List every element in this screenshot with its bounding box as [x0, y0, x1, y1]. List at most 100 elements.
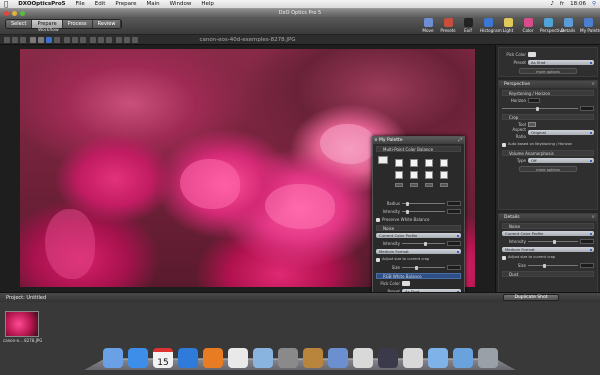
horizon-field[interactable] [528, 98, 540, 103]
auto-crop-checkbox[interactable] [502, 142, 506, 147]
document-icon[interactable] [403, 348, 423, 368]
profile-dropdown[interactable]: Current Color Profile [502, 231, 594, 236]
size-value[interactable] [447, 265, 461, 270]
close-icon[interactable]: × [591, 81, 595, 88]
close-icon[interactable]: × [374, 137, 378, 144]
tab-prepare[interactable]: Prepare [32, 20, 63, 28]
duplicate-shot-button[interactable]: Duplicate Shot [503, 294, 559, 301]
swatch[interactable] [395, 159, 403, 167]
toolbar-exif-button[interactable]: Exif [460, 18, 476, 33]
toolbar-histogram-button[interactable]: Histogram [480, 18, 502, 33]
firefox-icon[interactable] [203, 348, 223, 368]
spotlight-icon[interactable]: ⚲ [592, 1, 596, 7]
toolbar-my-palette-button[interactable]: My Palette [580, 18, 600, 33]
menu-file[interactable]: File [76, 1, 85, 7]
apple-icon[interactable]:  [4, 0, 8, 8]
toolbar-color-button[interactable]: Color [520, 18, 536, 33]
volume-subhead[interactable]: Volume Anamorphosis [502, 150, 594, 156]
keystoning-subhead[interactable]: Keystoning / Horizon [502, 90, 594, 96]
tab-select[interactable]: Select [6, 20, 33, 28]
preview-icon[interactable] [278, 348, 298, 368]
menu-edit[interactable]: Edit [95, 1, 106, 7]
swatch[interactable] [395, 171, 403, 179]
more-options-button[interactable]: more options [519, 68, 577, 74]
swatch[interactable] [440, 171, 448, 179]
dust-subhead[interactable]: Dust [502, 271, 594, 277]
intensity-slider[interactable] [528, 239, 578, 244]
details-header[interactable]: Details × [499, 214, 597, 221]
resize-icon[interactable]: ⤢ [458, 137, 462, 144]
toolbar-light-button[interactable]: Light [500, 18, 516, 33]
menu-main[interactable]: Main [147, 1, 160, 7]
color-picker-icon[interactable] [378, 156, 388, 164]
preserve-wb-checkbox[interactable] [376, 217, 380, 222]
swatch-toggle[interactable] [440, 183, 448, 187]
size-slider[interactable] [402, 265, 445, 270]
horizon-value[interactable] [580, 106, 594, 111]
swatch[interactable] [440, 159, 448, 167]
multipoint-subhead[interactable]: Multi-Point Color Balance [376, 146, 461, 152]
textedit-icon[interactable] [228, 348, 248, 368]
intensity-value[interactable] [447, 241, 461, 246]
network-icon[interactable] [328, 348, 348, 368]
swatch-toggle[interactable] [425, 183, 433, 187]
radius-slider[interactable] [402, 201, 445, 206]
rgb-wb-subhead[interactable]: RGB White Balance [376, 273, 461, 279]
volume-icon[interactable]: ♪ [550, 1, 554, 7]
clock[interactable]: 18:06 [570, 1, 586, 7]
dxo-icon[interactable] [378, 348, 398, 368]
eyedropper-icon[interactable] [402, 281, 410, 286]
image-thumbnail[interactable] [5, 311, 39, 337]
type-dropdown[interactable]: Off [528, 158, 594, 163]
horizon-slider[interactable] [502, 106, 578, 111]
swatch-toggle[interactable] [395, 183, 403, 187]
swatch[interactable] [425, 159, 433, 167]
zoom-window-icon[interactable] [20, 10, 25, 16]
aspect-ratio-dropdown[interactable]: Original [528, 130, 594, 135]
menu-app-name[interactable]: DXOOpticsPro5 [18, 1, 65, 7]
crop-subhead[interactable]: Crop [502, 114, 594, 120]
swatch[interactable] [425, 171, 433, 179]
tab-review[interactable]: Review [92, 20, 122, 28]
close-window-icon[interactable] [4, 10, 9, 16]
itunes-icon[interactable] [128, 348, 148, 368]
my-palette-titlebar[interactable]: × My Palette ⤢ [373, 137, 464, 144]
noise-subhead[interactable]: Noise [376, 225, 461, 231]
menu-window[interactable]: Window [170, 1, 192, 7]
intensity-value[interactable] [580, 239, 594, 244]
toolbar-perspective-button[interactable]: Perspective [540, 18, 564, 33]
ical-icon[interactable]: 15 [153, 348, 173, 368]
trash-icon[interactable] [478, 348, 498, 368]
adjust-crop-checkbox[interactable] [376, 257, 380, 262]
flag-icon[interactable]: fr [560, 1, 564, 7]
menu-prepare[interactable]: Prepare [115, 1, 136, 7]
swatch-toggle[interactable] [410, 183, 418, 187]
finder-icon[interactable] [103, 348, 123, 368]
eyedropper-icon[interactable] [528, 52, 536, 57]
swatch[interactable] [410, 171, 418, 179]
tab-process[interactable]: Process [62, 20, 93, 28]
mail-icon[interactable] [253, 348, 273, 368]
perspective-header[interactable]: Perspective × [499, 81, 597, 88]
adjust-crop-checkbox[interactable] [502, 255, 506, 260]
intensity-value[interactable] [447, 209, 461, 214]
quicktime-icon[interactable] [178, 348, 198, 368]
toolbar-move-button[interactable]: Move [420, 18, 436, 33]
crop-tool-button[interactable] [528, 122, 536, 127]
close-icon[interactable]: × [591, 214, 595, 221]
menu-help[interactable]: Help [201, 1, 214, 7]
folder-icon[interactable] [428, 348, 448, 368]
size-value[interactable] [580, 263, 594, 268]
swatch[interactable] [410, 159, 418, 167]
size-slider[interactable] [528, 263, 578, 268]
noise-subhead[interactable]: Noise [502, 223, 594, 229]
addressbook-icon[interactable] [303, 348, 323, 368]
intensity-slider[interactable] [402, 241, 445, 246]
downloads-folder-icon[interactable] [453, 348, 473, 368]
perspective-more-options[interactable]: more options [519, 166, 577, 172]
minimize-window-icon[interactable] [12, 10, 17, 16]
medium-format-dropdown[interactable]: Medium Format [502, 247, 594, 252]
safari-icon[interactable] [353, 348, 373, 368]
profile-dropdown[interactable]: Current Color Profile [376, 233, 461, 238]
toolbar-details-button[interactable]: Details [560, 18, 576, 33]
